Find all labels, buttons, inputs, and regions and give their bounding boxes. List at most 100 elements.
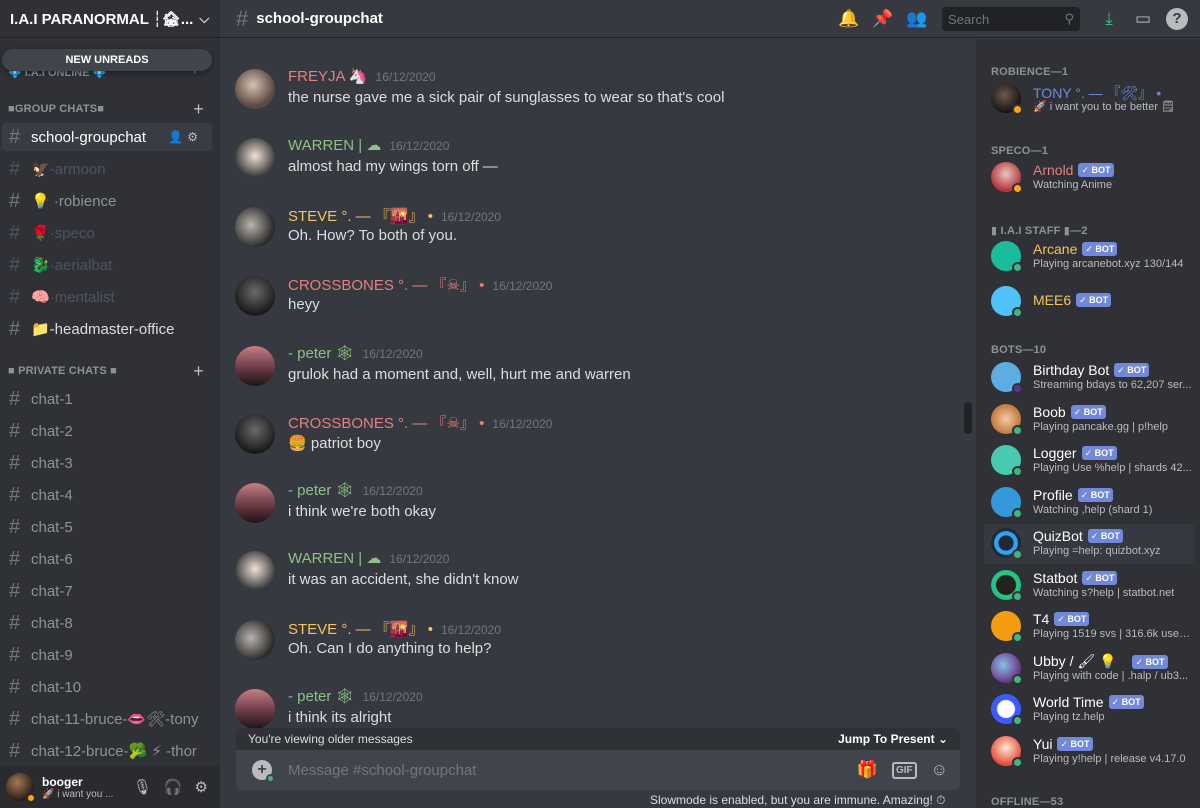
message[interactable]: WARREN | ☁ 16/12/2020 almost had my wings… [220,136,960,196]
member-t4[interactable]: T4 ✓ BOT Playing 1519 svs | 316.6k users.… [984,607,1194,647]
message-list[interactable]: FREYJA 🦄 16/12/2020 the nurse gave me a s… [220,39,976,729]
avatar[interactable] [6,773,36,803]
message[interactable]: - peter 🕸 16/12/2020 grulok had a moment … [220,344,960,404]
bell-icon[interactable]: 🔔 [832,9,866,29]
channel-aerialbat[interactable]: # 🐉·aerialbat [2,251,212,279]
author-name[interactable]: - peter 🕸 [288,687,355,705]
new-unreads-button[interactable]: NEW UNREADS [2,49,212,71]
upload-plus-button[interactable]: + [252,760,275,783]
hash-icon: # [9,547,21,570]
search-placeholder: Search [948,11,990,27]
channel-headmaster-office[interactable]: # 📁-headmaster-office [2,315,212,343]
author-name[interactable]: WARREN | ☁ [288,136,381,154]
channel-chat-8[interactable]: # chat-8 [2,609,212,637]
gift-icon[interactable]: 🎁 [857,760,878,780]
user-info[interactable]: booger 🚀 i want you ... [42,775,113,800]
message-text: the nurse gave me a sick pair of sunglas… [288,89,725,106]
channel-label: chat-6 [31,550,73,568]
avatar[interactable] [235,138,275,178]
member-birthday-bot[interactable]: Birthday Bot ✓ BOT Streaming bdays to 62,… [984,358,1194,398]
author-name[interactable]: STEVE °. — 『🌇』 • [288,205,433,226]
help-icon[interactable]: ? [1166,8,1188,30]
scrollbar-thumb[interactable] [964,402,972,434]
member-name-row: Profile ✓ BOT [1033,487,1113,503]
avatar[interactable] [235,620,275,660]
gear-icon[interactable]: ⚙ [195,778,208,796]
member-statbot[interactable]: Statbot ✓ BOT Watching s?help | statbot.n… [984,566,1194,606]
channel-chat-6[interactable]: # chat-6 [2,545,212,573]
members-icon[interactable]: 👥 [900,9,934,29]
server-name: I.A.I PARANORMAL ┆🏚... [10,10,194,28]
channel-chat-7[interactable]: # chat-7 [2,577,212,605]
search-input[interactable]: Search ⚲ [942,7,1080,31]
member-world-time[interactable]: World Time ✓ BOT Playing tz.help [984,690,1194,730]
channel-chat-12[interactable]: # chat-12-bruce-🥦 ⚡ -thor [2,737,212,765]
member-name-row: Arnold ✓ BOT [1033,162,1114,178]
online-status-icon [1012,307,1023,318]
channel-chat-5[interactable]: # chat-5 [2,513,212,541]
inbox-icon[interactable]: ▭ [1126,9,1160,29]
member-quizbot[interactable]: QuizBot ✓ BOT Playing =help: quizbot.xyz [984,524,1194,564]
author-name[interactable]: WARREN | ☁ [288,549,381,567]
member-profile[interactable]: Profile ✓ BOT Watching ,help (shard 1) [984,483,1194,523]
channel-mentalist[interactable]: # 🧠·mentalist [2,283,212,311]
member-ubby[interactable]: Ubby / 🖌 💡 ✓ BOT Playing with code | .hal… [984,649,1194,689]
message[interactable]: CROSSBONES °. — 『☠』 • 16/12/2020 heyy [220,274,960,334]
channel-chat-11[interactable]: # chat-11-bruce-👄🛠-tony [2,705,212,733]
author-name[interactable]: FREYJA 🦄 [288,67,368,85]
member-yui[interactable]: Yui ✓ BOT Playing y!help | release v4.17.… [984,732,1194,772]
jump-to-present-button[interactable]: Jump To Present ⌄ [838,732,948,746]
server-header[interactable]: I.A.I PARANORMAL ┆🏚... ⌵ [0,0,220,38]
member-logger[interactable]: Logger ✓ BOT Playing Use %help | shards 4… [984,441,1194,481]
author-name[interactable]: CROSSBONES °. — 『☠』 • [288,412,484,433]
avatar[interactable] [235,414,275,454]
mute-microphone-icon[interactable]: 🎙 [133,778,152,796]
emoji-icon[interactable]: ☺ [931,760,948,780]
category-private-chats[interactable]: ■ PRIVATE CHATS ■ + [0,361,220,381]
avatar[interactable] [235,346,275,386]
channel-chat-2[interactable]: # chat-2 [2,417,212,445]
download-icon[interactable]: ⤓ [1092,9,1126,29]
author-name[interactable]: STEVE °. — 『🌇』 • [288,618,433,639]
channel-chat-3[interactable]: # chat-3 [2,449,212,477]
channel-robience[interactable]: # 💡 ·robience [2,187,212,215]
message-input[interactable] [288,761,857,779]
invite-settings-icons[interactable]: 👤⚙ [168,130,202,144]
member-boob[interactable]: Boob ✓ BOT Playing pancake.gg | p!help [984,400,1194,440]
message[interactable]: WARREN | ☁ 16/12/2020 it was an accident,… [220,549,960,609]
author-name[interactable]: - peter 🕸 [288,481,355,499]
avatar[interactable] [235,483,275,523]
avatar[interactable] [235,551,275,591]
channel-chat-1[interactable]: # chat-1 [2,385,212,413]
channel-label: chat-12-bruce-🥦 ⚡ -thor [31,743,197,760]
add-channel-icon[interactable]: + [193,99,204,120]
gif-button[interactable]: GIF [891,761,917,779]
author-name[interactable]: - peter 🕸 [288,344,355,362]
deafen-headphones-icon[interactable]: 🎧 [164,778,183,796]
member-arcane[interactable]: Arcane ✓ BOT Playing arcanebot.xyz 130/14… [984,237,1194,277]
channel-armoon[interactable]: # 🦅-armoon [2,155,212,183]
avatar[interactable] [235,207,275,247]
custom-status: 🚀 i want you ... [42,788,114,800]
channel-chat-10[interactable]: # chat-10 [2,673,212,701]
channel-chat-9[interactable]: # chat-9 [2,641,212,669]
message[interactable]: - peter 🕸 16/12/2020 i think we're both o… [220,481,960,541]
member-mee6[interactable]: MEE6 ✓ BOT [984,282,1194,322]
avatar[interactable] [235,69,275,109]
member-tony[interactable]: TONY °. — 『🛠』 • 🚀 i want you to be bette… [984,79,1194,119]
author-name[interactable]: CROSSBONES °. — 『☠』 • [288,274,484,295]
add-channel-icon[interactable]: + [193,361,204,382]
message[interactable]: CROSSBONES °. — 『☠』 • 16/12/2020 🍔 patrio… [220,412,960,472]
channel-chat-4[interactable]: # chat-4 [2,481,212,509]
member-arnold[interactable]: Arnold ✓ BOT Watching Anime [984,158,1194,198]
channel-speco[interactable]: # 🌹·speco [2,219,212,247]
message[interactable]: STEVE °. — 『🌇』 • 16/12/2020 Oh. Can I do … [220,618,960,678]
category-group-chats[interactable]: ■GROUP CHATS■ + [0,99,220,119]
avatar[interactable] [235,689,275,729]
channel-school-groupchat[interactable]: # school-groupchat 👤⚙ [2,123,212,151]
avatar[interactable] [235,276,275,316]
message[interactable]: - peter 🕸 16/12/2020 i think its alright [220,687,960,729]
message[interactable]: STEVE °. — 『🌇』 • 16/12/2020 Oh. How? To b… [220,205,960,265]
pin-icon[interactable]: 📌 [866,9,900,29]
message[interactable]: FREYJA 🦄 16/12/2020 the nurse gave me a s… [220,67,960,127]
